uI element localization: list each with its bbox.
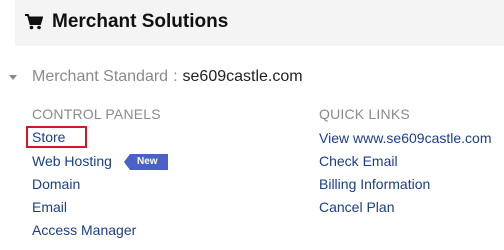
view-site-link[interactable]: View www.se609castle.com [319,130,491,146]
email-link[interactable]: Email [32,199,67,215]
store-link[interactable]: Store [26,126,87,148]
quick-links-heading: QUICK LINKS [319,106,410,122]
merchant-solutions-panel: Merchant Solutions Merchant Standard : s… [0,0,504,250]
domain-link[interactable]: Domain [32,176,80,192]
control-panels-heading: CONTROL PANELS [32,106,161,122]
new-badge: New [124,154,168,170]
billing-information-link[interactable]: Billing Information [319,176,430,192]
check-email-link[interactable]: Check Email [319,153,398,169]
web-hosting-link[interactable]: Web Hosting [32,153,112,169]
badge-label: New [130,154,168,170]
shopping-cart-icon [25,14,43,30]
caret-down-icon[interactable] [9,75,17,80]
plan-toggle[interactable]: Merchant Standard : se609castle.com [9,66,303,88]
cancel-plan-link[interactable]: Cancel Plan [319,199,395,215]
page-title: Merchant Solutions [52,11,229,32]
plan-name: Merchant Standard [32,68,169,85]
panel-header: Merchant Solutions [15,0,504,46]
plan-separator: : [173,68,178,85]
plan-domain: se609castle.com [182,68,303,85]
access-manager-link[interactable]: Access Manager [32,222,136,238]
